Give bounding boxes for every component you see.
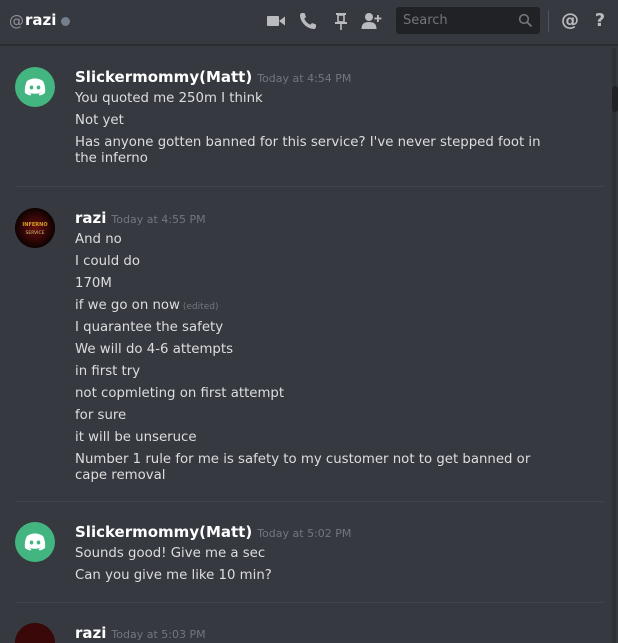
message-timestamp: Today at 4:55 PM: [111, 213, 206, 226]
discord-logo-icon: [24, 533, 46, 551]
discord-logo-icon: [24, 78, 46, 96]
search-input[interactable]: Search: [396, 7, 540, 34]
dm-recipient-name[interactable]: razi: [25, 11, 56, 29]
inferno-service-avatar-icon: [15, 623, 55, 643]
avatar[interactable]: [15, 67, 55, 107]
avatar[interactable]: [15, 623, 55, 643]
message-group: Slickermommy(Matt) Today at 5:02 PM Sound…: [0, 502, 610, 602]
offline-status-icon: [61, 17, 70, 26]
search-placeholder: Search: [403, 13, 448, 28]
message-group: razi Today at 5:03 PM: [0, 603, 610, 643]
scrollbar-track[interactable]: [612, 48, 616, 643]
message-text: We will do 4-6 attempts: [75, 342, 233, 357]
add-friend-icon[interactable]: [360, 10, 382, 32]
message-timestamp: Today at 5:03 PM: [111, 628, 206, 641]
message-text: I could do: [75, 254, 140, 269]
avatar-text-line: INFERNO: [22, 222, 47, 228]
mention-icon[interactable]: @: [559, 10, 581, 32]
message-text: Sounds good! Give me a sec: [75, 546, 266, 561]
channel-header: @ razi Search @ ?: [0, 0, 618, 45]
message-header: razi Today at 4:55 PM: [75, 208, 206, 227]
message-text: Not yet: [75, 113, 124, 128]
message-author[interactable]: Slickermommy(Matt): [75, 68, 252, 86]
message-author[interactable]: Slickermommy(Matt): [75, 523, 252, 541]
message-text: 170M: [75, 276, 112, 291]
message-header: Slickermommy(Matt) Today at 4:54 PM: [75, 67, 351, 86]
header-divider: [548, 10, 549, 32]
avatar-text-line: SERVICE: [26, 230, 45, 236]
dm-at-symbol: @: [9, 12, 24, 30]
message-text: Number 1 rule for me is safety to my cus…: [75, 452, 531, 483]
message-header: Slickermommy(Matt) Today at 5:02 PM: [75, 522, 351, 541]
message-timestamp: Today at 5:02 PM: [257, 527, 352, 540]
message-group: Slickermommy(Matt) Today at 4:54 PM You q…: [0, 45, 610, 185]
message-group: INFERNO SERVICE razi Today at 4:55 PM And…: [0, 187, 610, 501]
search-icon: [518, 13, 533, 28]
inferno-service-avatar-icon: INFERNO SERVICE: [15, 208, 55, 248]
message-list: Slickermommy(Matt) Today at 4:54 PM You q…: [0, 45, 610, 643]
message-text: in first try: [75, 364, 141, 379]
voice-call-icon[interactable]: [297, 10, 319, 32]
message-text: Can you give me like 10 min?: [75, 568, 272, 583]
avatar[interactable]: [15, 522, 55, 562]
message-text: And no: [75, 232, 122, 247]
help-icon[interactable]: ?: [589, 10, 611, 32]
message-timestamp: Today at 4:54 PM: [257, 72, 352, 85]
pin-icon[interactable]: [330, 10, 352, 32]
message-author[interactable]: razi: [75, 209, 106, 227]
message-text: if we go on now: [75, 298, 180, 313]
message-text: for sure: [75, 408, 127, 423]
message-header: razi Today at 5:03 PM: [75, 623, 206, 642]
scrollbar-thumb[interactable]: [612, 86, 618, 112]
message-text: not copmleting on first attempt: [75, 386, 285, 401]
message-text: I quarantee the safety: [75, 320, 224, 335]
message-text: it will be unseruce: [75, 430, 197, 445]
avatar[interactable]: INFERNO SERVICE: [15, 208, 55, 248]
video-call-icon[interactable]: [265, 10, 287, 32]
message-text: Has anyone gotten banned for this servic…: [75, 135, 541, 166]
message-author[interactable]: razi: [75, 624, 106, 642]
message-text-edited: if we go on now (edited): [75, 298, 595, 315]
message-text: You quoted me 250m I think: [75, 91, 263, 106]
edited-label: (edited): [182, 302, 219, 312]
